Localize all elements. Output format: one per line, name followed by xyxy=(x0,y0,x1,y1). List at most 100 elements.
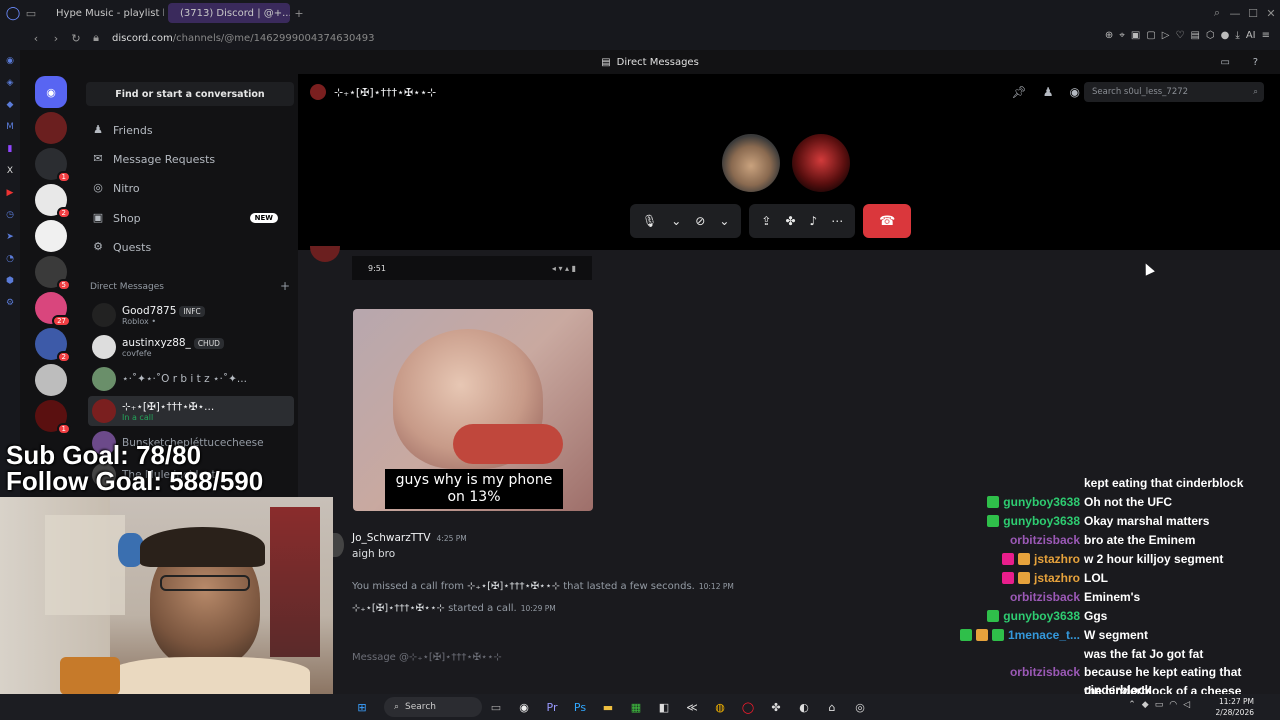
server-icon[interactable]: 2 xyxy=(35,184,71,219)
opera-sidebar-icon[interactable]: ◈ xyxy=(0,72,20,94)
heart-icon[interactable]: ♡ xyxy=(1176,30,1185,41)
soundboard-icon[interactable]: ♪ xyxy=(810,214,818,228)
add-friends-icon[interactable]: ♟ xyxy=(1043,85,1054,99)
download-icon[interactable]: ⤓ xyxy=(1235,30,1239,41)
premiere-icon[interactable]: Pr xyxy=(538,697,566,717)
youtube-icon[interactable]: ▶ xyxy=(0,182,20,204)
disconnect-button[interactable]: ☎ xyxy=(863,204,912,238)
zoom-icon[interactable]: ⊕ xyxy=(1105,30,1113,41)
search-tabs-icon[interactable]: ⌕ xyxy=(1208,6,1226,20)
taskbar-search[interactable]: ⌕ Search xyxy=(384,697,482,717)
photoshop-icon[interactable]: Ps xyxy=(566,697,594,717)
dm-item-selected[interactable]: ⊹₊⋆[✠]⋆†††⋆✠⋆... In a call xyxy=(88,396,294,426)
tray-chevron-icon[interactable]: ⌃ xyxy=(1128,700,1136,710)
server-icon[interactable]: 5 xyxy=(35,256,71,291)
taskbar-clock[interactable]: 11:27 PM 2/28/2026 xyxy=(1216,696,1254,718)
inbox-icon[interactable]: ▭ xyxy=(1221,57,1230,68)
twitch-icon[interactable]: ▮ xyxy=(0,138,20,160)
app-icon[interactable]: ⌂ xyxy=(818,697,846,717)
account-icon[interactable]: ● xyxy=(1221,30,1230,41)
workspaces-icon[interactable]: ▭ xyxy=(22,7,40,20)
wallet-icon[interactable]: ▤ xyxy=(1190,30,1199,41)
task-view-icon[interactable]: ▭ xyxy=(482,697,510,717)
server-icon[interactable] xyxy=(35,112,67,144)
server-icon[interactable] xyxy=(35,364,67,396)
close-button[interactable]: ✕ xyxy=(1262,7,1280,20)
server-icon[interactable]: 2 xyxy=(35,328,71,363)
find-conversation-button[interactable]: Find or start a conversation xyxy=(86,82,294,106)
discord-home-icon[interactable]: ◉ xyxy=(35,76,67,108)
pin-icon[interactable]: ⌖ xyxy=(1119,30,1125,41)
nav-message-requests[interactable]: ✉ Message Requests xyxy=(88,146,292,172)
microphone-icon[interactable]: 🎙︎ xyxy=(642,214,657,228)
snapshot-icon[interactable]: ▣ xyxy=(1131,30,1140,41)
chrome-icon[interactable]: ◍ xyxy=(706,697,734,717)
capcut-icon[interactable]: ≪ xyxy=(678,697,706,717)
settings-icon[interactable]: ⚙ xyxy=(0,292,20,314)
add-dm-button[interactable]: + xyxy=(280,280,290,292)
minimize-button[interactable]: — xyxy=(1226,7,1244,20)
cube-icon[interactable]: ⬢ xyxy=(0,270,20,292)
meme-image[interactable]: guys why is my phone on 13% xyxy=(353,309,593,511)
call-participant-avatar[interactable] xyxy=(722,134,780,192)
more-icon[interactable]: ⋯ xyxy=(831,214,843,228)
server-icon[interactable] xyxy=(35,220,67,252)
url-field[interactable]: discord.com/channels/@me/146299900437463… xyxy=(112,33,374,44)
menu-icon[interactable]: ≡ xyxy=(1262,30,1270,41)
wifi-icon[interactable]: ◠ xyxy=(1169,700,1177,710)
tab-icon[interactable]: ▢ xyxy=(1146,30,1155,41)
dm-item[interactable]: ⋆·˚✦⋆·˚O r b i t z ⋆·˚✦... xyxy=(88,364,294,394)
call-participant-avatar[interactable] xyxy=(792,134,850,192)
browser-tab-discord[interactable]: (3713) Discord | @+... xyxy=(168,3,290,23)
pin-icon[interactable]: 📌︎ xyxy=(1012,85,1027,99)
help-icon[interactable]: ? xyxy=(1253,57,1258,68)
chevron-down-icon[interactable]: ⌄ xyxy=(719,214,729,228)
opera-sidebar-icon[interactable]: M xyxy=(0,116,20,138)
nav-nitro[interactable]: ◎ Nitro xyxy=(88,175,292,201)
lock-icon[interactable]: 🔒︎ xyxy=(86,31,106,45)
send-icon[interactable]: ➤ xyxy=(0,226,20,248)
nav-quests[interactable]: ⚙ Quests xyxy=(88,234,292,260)
reload-icon[interactable]: ↻ xyxy=(66,32,86,45)
browser-tab-music[interactable]: Hype Music - playlist by J... xyxy=(44,3,164,23)
file-explorer-icon[interactable]: ▬ xyxy=(594,697,622,717)
windows-start-icon[interactable]: ⊞ xyxy=(348,697,376,717)
app-icon[interactable]: ◎ xyxy=(846,697,874,717)
nav-shop[interactable]: ▣ Shop NEW xyxy=(88,205,292,231)
server-icon[interactable]: 1 xyxy=(35,400,71,435)
obs-icon[interactable]: ◐ xyxy=(790,697,818,717)
chevron-down-icon[interactable]: ⌄ xyxy=(671,214,681,228)
ai-icon[interactable]: AI xyxy=(1246,30,1256,41)
maximize-button[interactable]: ☐ xyxy=(1244,7,1262,20)
player-icon[interactable]: ▷ xyxy=(1162,30,1170,41)
x-icon[interactable]: X xyxy=(0,160,20,182)
back-icon[interactable]: ‹ xyxy=(26,32,46,45)
history-icon[interactable]: ◷ xyxy=(0,204,20,226)
extensions-icon[interactable]: ⬡ xyxy=(1206,30,1215,41)
forward-icon[interactable]: › xyxy=(46,32,66,45)
mic-tray-icon[interactable]: ◆ xyxy=(1142,700,1149,710)
media-player-icon[interactable]: ◉ xyxy=(510,697,538,717)
server-icon[interactable]: 27 xyxy=(35,292,71,327)
volume-icon[interactable]: ◁ xyxy=(1183,700,1190,710)
app-icon[interactable]: ✤ xyxy=(762,697,790,717)
network-icon[interactable]: ▭ xyxy=(1155,700,1164,710)
camera-off-icon[interactable]: ⊘ xyxy=(695,214,705,228)
dm-item[interactable]: austinxyz88_ CHUD covfefe xyxy=(88,332,294,362)
app-icon[interactable]: ◧ xyxy=(650,697,678,717)
server-icon[interactable]: 1 xyxy=(35,148,71,183)
message-input[interactable]: Message @⊹₊⋆[✠]⋆†††⋆✠⋆⋆⊹ xyxy=(352,652,652,663)
opera-logo-icon[interactable]: ◯ xyxy=(4,4,22,22)
message-author[interactable]: Jo_SchwarzTTV 4:25 PM xyxy=(352,532,467,544)
new-tab-button[interactable]: + xyxy=(290,7,308,20)
nav-friends[interactable]: ♟ Friends xyxy=(88,117,292,143)
profile-icon[interactable]: ◉ xyxy=(1070,85,1080,99)
clock-icon[interactable]: ◔ xyxy=(0,248,20,270)
search-input[interactable]: Search s0ul_less_7272 ⌕ xyxy=(1084,82,1264,102)
opera-sidebar-icon[interactable]: ◆ xyxy=(0,94,20,116)
opera-icon[interactable]: ◯ xyxy=(734,697,762,717)
dm-item[interactable]: Good7875 INFC Roblox • xyxy=(88,300,294,330)
screen-share-icon[interactable]: ⇪ xyxy=(761,214,771,228)
activities-icon[interactable]: ✤ xyxy=(785,214,795,228)
opera-sidebar-icon[interactable]: ◉ xyxy=(0,50,20,72)
